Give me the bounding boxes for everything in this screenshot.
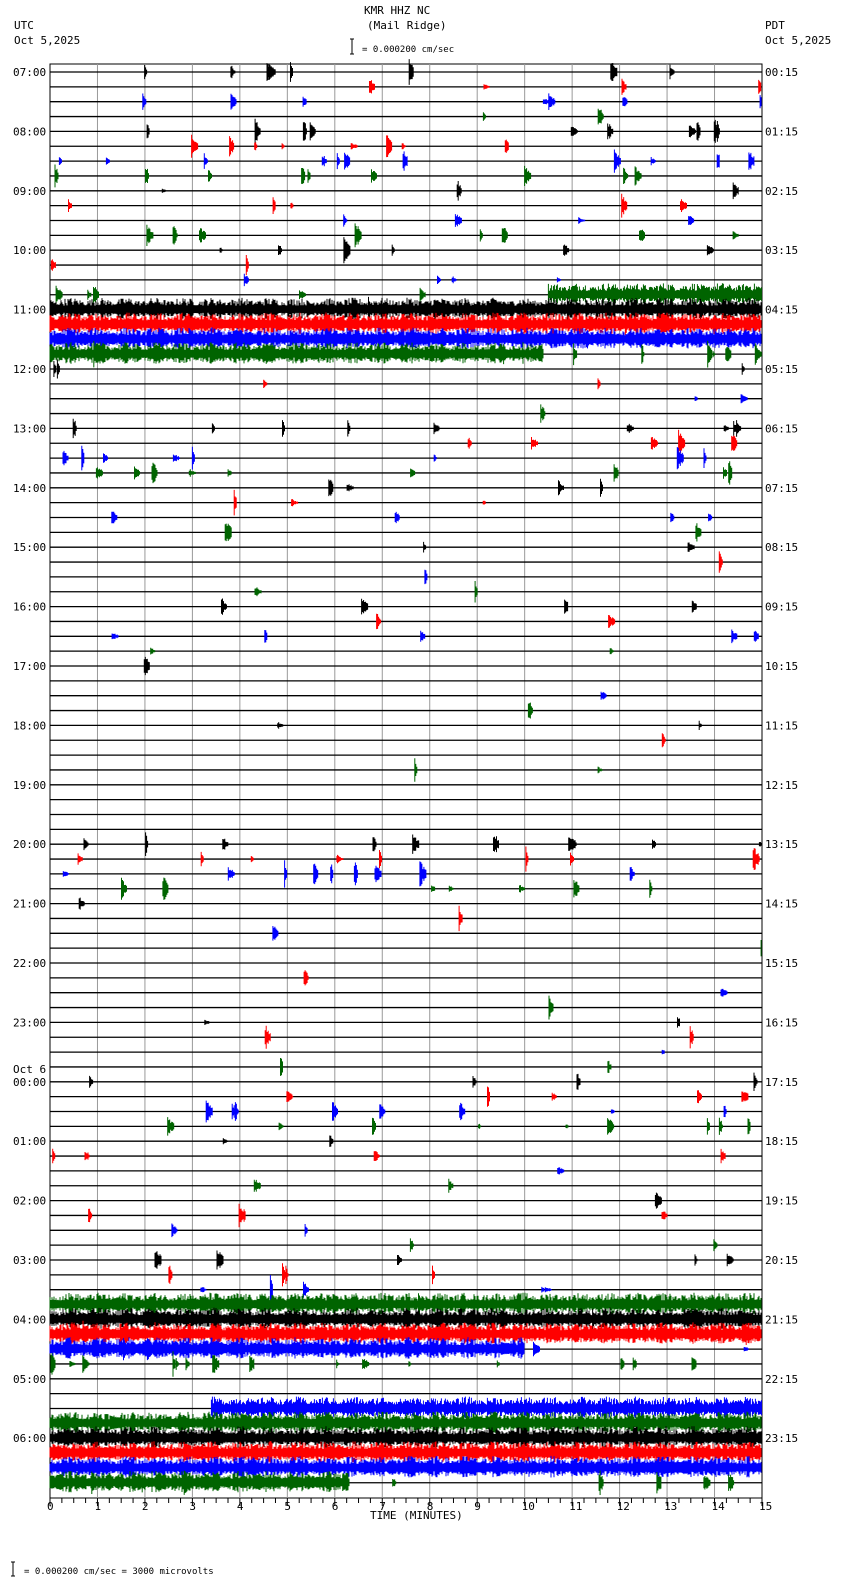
local-hour-label: 00:15	[765, 66, 798, 79]
local-hour-label: 23:15	[765, 1432, 798, 1445]
local-hour-label: 03:15	[765, 244, 798, 257]
utc-hour-label: 19:00	[13, 779, 46, 792]
seismic-trace	[143, 656, 150, 676]
local-hour-label: 04:15	[765, 304, 798, 317]
local-hour-label: 14:15	[765, 898, 798, 911]
grid	[49, 63, 763, 1499]
traces	[49, 59, 762, 1495]
local-hour-label: 02:15	[765, 185, 798, 198]
local-hour-label: 20:15	[765, 1254, 798, 1267]
seismic-trace	[661, 1049, 665, 1055]
utc-hour-label: 23:00	[13, 1016, 46, 1029]
helicorder-plot: 07:00 08:00 09:00 10:00 11:00 12:00 13:00 14:00…	[11, 4, 831, 1577]
x-tick-label: 4	[237, 1500, 244, 1513]
station-location: (Mail Ridge)	[367, 19, 446, 32]
seismic-trace	[548, 995, 554, 1020]
left-timezone: UTC	[14, 19, 34, 32]
utc-hour-label: 06:00	[13, 1432, 46, 1445]
x-tick-label: 15	[759, 1500, 772, 1513]
local-hour-label: 22:15	[765, 1373, 798, 1386]
x-tick-label: 14	[712, 1500, 726, 1513]
right-timezone: PDT	[765, 19, 785, 32]
utc-hour-label: 20:00	[13, 838, 46, 851]
utc-hour-label: 08:00	[13, 125, 46, 138]
seismic-trace	[210, 1396, 762, 1418]
x-tick-label: 0	[47, 1500, 54, 1513]
utc-hour-label: 17:00	[13, 660, 46, 673]
utc-hour-label: 21:00	[13, 898, 46, 911]
footer-scale-text: = 0.000200 cm/sec = 3000 microvolts	[24, 1567, 214, 1577]
seismic-trace	[458, 905, 463, 932]
utc-hour-label: 04:00	[13, 1313, 46, 1326]
station-title: KMR HHZ NC	[364, 4, 430, 17]
local-hour-label: 21:15	[765, 1313, 798, 1326]
seismic-trace	[303, 970, 309, 986]
local-hour-label: 07:15	[765, 482, 798, 495]
utc-hour-label: 05:00	[13, 1373, 46, 1386]
seismic-trace	[718, 551, 723, 573]
left-date: Oct 5,2025	[14, 34, 80, 47]
x-tick-label: 9	[474, 1500, 481, 1513]
utc-hour-label: 00:00	[13, 1076, 46, 1089]
x-tick-label: 2	[142, 1500, 149, 1513]
local-hour-label: 10:15	[765, 660, 798, 673]
seismic-trace	[540, 404, 546, 423]
seismic-trace	[720, 988, 728, 997]
seismic-trace	[600, 691, 607, 700]
seismic-trace	[654, 1192, 662, 1209]
local-hour-label: 11:15	[765, 719, 798, 732]
x-axis-label: TIME (MINUTES)	[370, 1509, 463, 1522]
seismic-trace	[272, 926, 279, 941]
local-hour-label: 19:15	[765, 1195, 798, 1208]
seismic-trace	[78, 897, 85, 910]
seismic-trace	[527, 702, 533, 719]
utc-hour-label: 16:00	[13, 601, 46, 614]
x-tick-label: 5	[284, 1500, 291, 1513]
local-hour-label: 05:15	[765, 363, 798, 376]
utc-hour-label: 09:00	[13, 185, 46, 198]
utc-hour-label: 03:00	[13, 1254, 46, 1267]
seismic-trace	[557, 1167, 565, 1175]
x-tick-label: 11	[569, 1500, 582, 1513]
local-hour-label: 18:15	[765, 1135, 798, 1148]
local-hour-label: 09:15	[765, 601, 798, 614]
x-tick-label: 13	[664, 1500, 677, 1513]
seismic-trace	[661, 733, 666, 748]
utc-hour-label: 14:00	[13, 482, 46, 495]
seismic-trace	[424, 569, 428, 585]
utc-hour-label: 22:00	[13, 957, 46, 970]
scale-bar-icon	[350, 38, 354, 55]
local-hour-label: 17:15	[765, 1076, 798, 1089]
plot-frame	[49, 63, 763, 1499]
local-hour-label: 08:15	[765, 541, 798, 554]
scale-text: = 0.000200 cm/sec	[362, 45, 454, 55]
x-tick-label: 10	[522, 1500, 535, 1513]
utc-hour-label: 02:00	[13, 1195, 46, 1208]
x-tick-label: 12	[617, 1500, 630, 1513]
date-change-label: Oct 6	[13, 1063, 46, 1076]
local-hour-label: 12:15	[765, 779, 798, 792]
utc-hour-label: 07:00	[13, 66, 46, 79]
local-hour-label: 16:15	[765, 1016, 798, 1029]
x-tick-label: 1	[94, 1500, 101, 1513]
local-hour-label: 15:15	[765, 957, 798, 970]
utc-hour-label: 12:00	[13, 363, 46, 376]
footer-scale-bar-icon	[11, 1561, 15, 1577]
utc-hour-label: 01:00	[13, 1135, 46, 1148]
local-hour-label: 01:15	[765, 125, 798, 138]
utc-hour-label: 10:00	[13, 244, 46, 257]
utc-hour-label: 18:00	[13, 719, 46, 732]
utc-hour-label: 15:00	[13, 541, 46, 554]
utc-hour-label: 11:00	[13, 304, 46, 317]
utc-hour-label: 13:00	[13, 422, 46, 435]
local-hour-label: 13:15	[765, 838, 798, 851]
x-tick-label: 6	[332, 1500, 339, 1513]
local-hour-label: 06:15	[765, 422, 798, 435]
right-date: Oct 5,2025	[765, 34, 831, 47]
x-tick-label: 3	[189, 1500, 196, 1513]
